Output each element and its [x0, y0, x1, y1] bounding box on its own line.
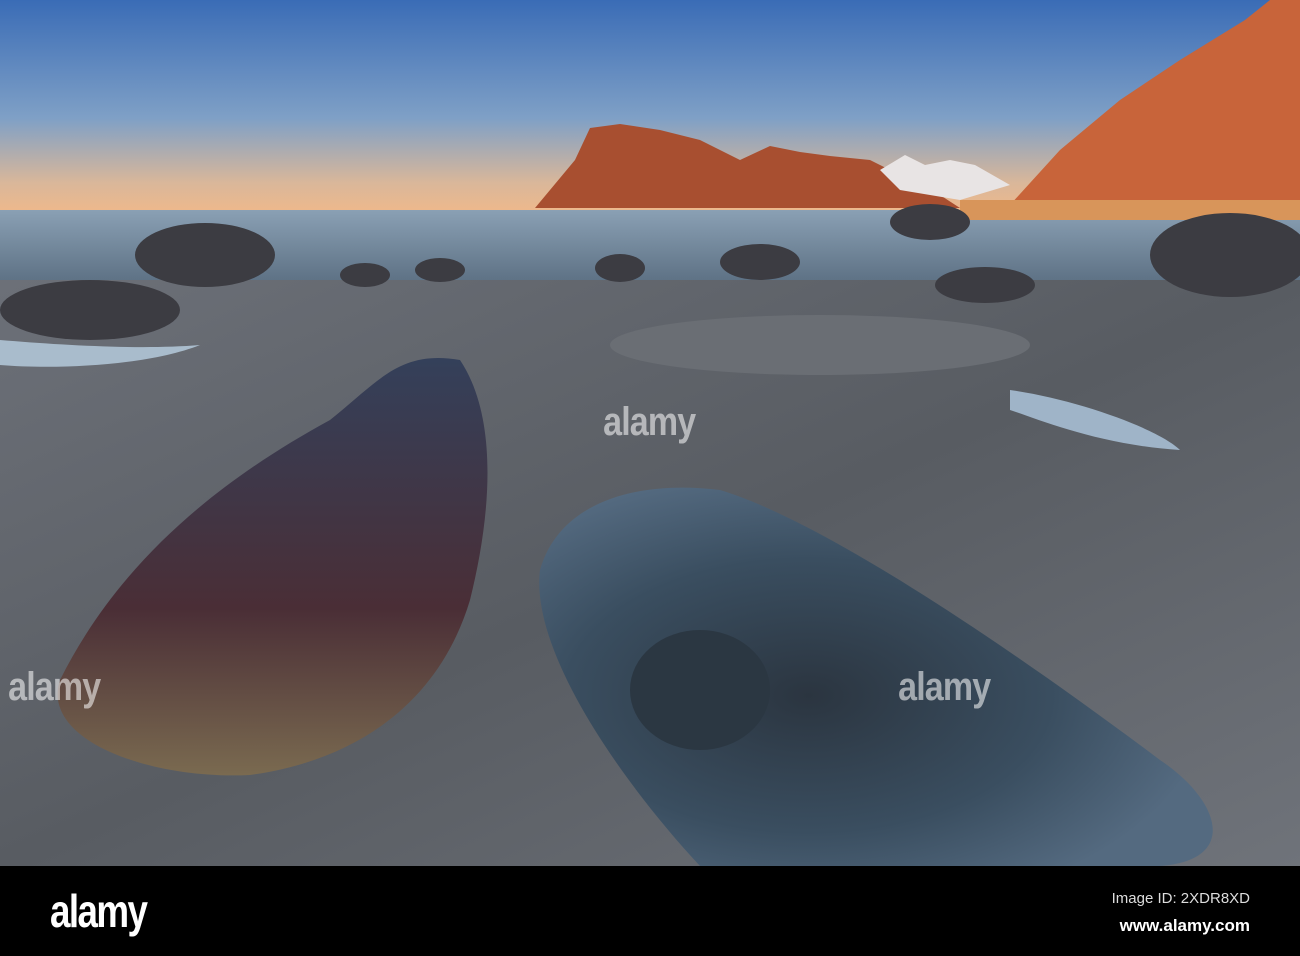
- site-url: www.alamy.com: [1119, 916, 1250, 935]
- watermark-logo: alamy: [603, 400, 696, 444]
- watermark-logo: alamy: [898, 665, 991, 709]
- pothole: [630, 630, 770, 750]
- flat-rock: [610, 315, 1030, 375]
- stock-photo: alamy alamy alamy alamy Image ID: 2XDR8X…: [0, 0, 1300, 956]
- watermark-bar: alamy Image ID: 2XDR8XD www.alamy.com: [0, 866, 1300, 956]
- image-id: Image ID: 2XDR8XD: [1111, 890, 1250, 907]
- alamy-logo: alamy: [50, 885, 148, 937]
- watermark-logo: alamy: [8, 665, 101, 709]
